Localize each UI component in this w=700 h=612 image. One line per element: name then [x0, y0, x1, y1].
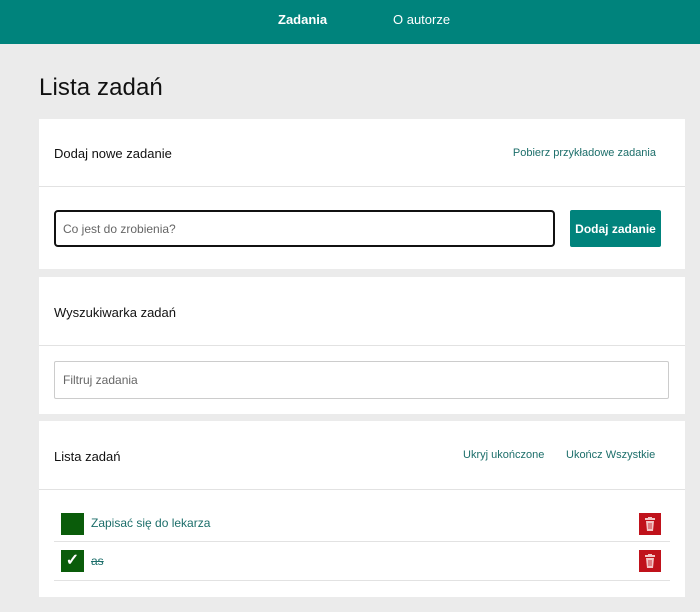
filter-tasks-input[interactable] — [54, 361, 669, 399]
new-task-input[interactable] — [54, 210, 555, 247]
trash-icon — [645, 517, 655, 531]
task-text: Zapisać się do lekarza — [91, 516, 211, 530]
add-task-title: Dodaj nowe zadanie — [54, 146, 172, 161]
task-row: Zapisać się do lekarza — [54, 504, 670, 542]
check-icon: ✓ — [65, 552, 80, 569]
page-title: Lista zadań — [39, 74, 163, 101]
add-task-card-header: Dodaj nowe zadanie Pobierz przykładowe z… — [39, 119, 685, 187]
search-card: Wyszukiwarka zadań — [39, 277, 685, 414]
task-checkbox-checked[interactable]: ✓ — [61, 550, 84, 572]
add-task-button[interactable]: Dodaj zadanie — [570, 210, 661, 247]
search-title: Wyszukiwarka zadań — [54, 305, 176, 320]
task-checkbox[interactable] — [61, 513, 84, 535]
search-card-header: Wyszukiwarka zadań — [39, 277, 685, 346]
task-list-title: Lista zadań — [54, 449, 121, 464]
hide-completed-link[interactable]: Ukryj ukończone — [463, 449, 544, 461]
task-list-card-header: Lista zadań Ukryj ukończone Ukończ Wszys… — [39, 421, 685, 490]
task-row: ✓ as — [54, 543, 670, 581]
delete-task-button[interactable] — [639, 550, 661, 572]
nav-link-zadania[interactable]: Zadania — [278, 0, 327, 44]
top-navigation: Zadania O autorze — [0, 0, 700, 44]
complete-all-link[interactable]: Ukończ Wszystkie — [566, 449, 655, 461]
nav-link-o-autorze[interactable]: O autorze — [393, 0, 450, 44]
task-list-card: Lista zadań Ukryj ukończone Ukończ Wszys… — [39, 421, 685, 597]
delete-task-button[interactable] — [639, 513, 661, 535]
task-text-completed: as — [91, 554, 104, 568]
trash-icon — [645, 554, 655, 568]
load-sample-tasks-link[interactable]: Pobierz przykładowe zadania — [513, 147, 656, 159]
add-task-card: Dodaj nowe zadanie Pobierz przykładowe z… — [39, 119, 685, 269]
